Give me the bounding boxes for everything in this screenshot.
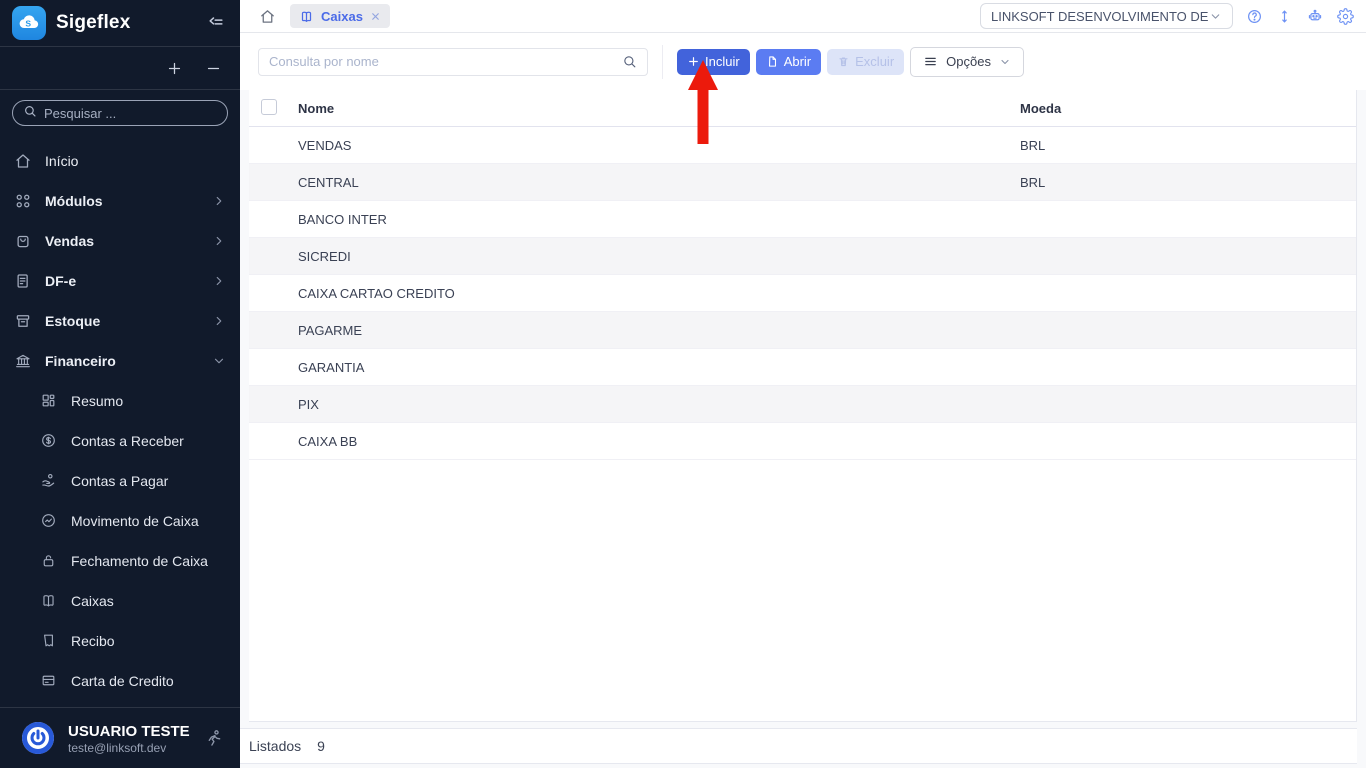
- sidebar-item-modulos[interactable]: Módulos: [0, 181, 240, 221]
- menu-icon: [923, 54, 938, 69]
- chevron-down-icon: [212, 354, 226, 368]
- table-row[interactable]: SICREDI: [249, 238, 1356, 275]
- lock-icon: [40, 552, 58, 570]
- divider: [662, 45, 663, 79]
- sidebar-item-contas-a-receber[interactable]: Contas a Receber: [0, 421, 240, 461]
- tab-bar: Caixas LINKSOFT DESENVOLVIMENTO DE ...: [240, 0, 1366, 33]
- document-icon: [14, 272, 32, 290]
- credit-card-icon: [40, 672, 58, 690]
- table-row[interactable]: PIX: [249, 386, 1356, 423]
- archive-box-icon: [14, 312, 32, 330]
- company-select[interactable]: LINKSOFT DESENVOLVIMENTO DE ...: [980, 3, 1233, 29]
- avatar: [20, 720, 56, 756]
- listados-label: Listados: [249, 738, 301, 754]
- chevron-down-icon: [999, 56, 1011, 68]
- consulta-input[interactable]: [269, 54, 622, 69]
- search-icon: [622, 54, 637, 69]
- company-select-value: LINKSOFT DESENVOLVIMENTO DE ...: [991, 9, 1209, 24]
- sidebar-item-contas-a-pagar[interactable]: Contas a Pagar: [0, 461, 240, 501]
- content-area: Nome Moeda VENDASBRL CENTRALBRL BANCO IN…: [240, 90, 1366, 768]
- column-header-nome: Nome: [298, 101, 1020, 116]
- caixas-table: Nome Moeda VENDASBRL CENTRALBRL BANCO IN…: [249, 90, 1357, 722]
- home-icon: [14, 152, 32, 170]
- main-area: Caixas LINKSOFT DESENVOLVIMENTO DE ... I…: [240, 0, 1366, 768]
- sidebar-item-fechamento-de-caixa[interactable]: Fechamento de Caixa: [0, 541, 240, 581]
- table-header: Nome Moeda: [249, 90, 1356, 127]
- abrir-button[interactable]: Abrir: [756, 49, 821, 75]
- table-row[interactable]: VENDASBRL: [249, 127, 1356, 164]
- book-icon: [40, 592, 58, 610]
- chevron-down-icon: [1209, 10, 1222, 23]
- table-row[interactable]: GARANTIA: [249, 349, 1356, 386]
- trash-icon: [837, 55, 850, 68]
- user-panel[interactable]: USUARIO TESTE teste@linksoft.dev: [0, 707, 240, 768]
- table-body: VENDASBRL CENTRALBRL BANCO INTER SICREDI…: [249, 127, 1356, 460]
- incluir-button[interactable]: Incluir: [677, 49, 750, 75]
- opcoes-button[interactable]: Opções: [910, 47, 1024, 77]
- close-icon[interactable]: [370, 11, 381, 22]
- sidebar-item-financeiro[interactable]: Financeiro: [0, 341, 240, 381]
- sidebar-item-estoque[interactable]: Estoque: [0, 301, 240, 341]
- sidebar: S Sigeflex Início Módulos Vendas: [0, 0, 240, 768]
- list-footer: Listados 9: [240, 728, 1357, 764]
- sidebar-search-wrap: [0, 90, 240, 136]
- sidebar-item-carta-de-credito[interactable]: Carta de Credito: [0, 661, 240, 701]
- user-name: USUARIO TESTE: [68, 722, 192, 741]
- expand-all-icon[interactable]: [166, 60, 183, 77]
- svg-text:S: S: [25, 18, 31, 28]
- hand-coin-icon: [40, 472, 58, 490]
- search-icon: [23, 104, 37, 123]
- table-row[interactable]: CENTRALBRL: [249, 164, 1356, 201]
- sidebar-nav: Início Módulos Vendas DF-e Estoque Finan…: [0, 136, 240, 707]
- sidebar-item-movimento-de-caixa[interactable]: Movimento de Caixa: [0, 501, 240, 541]
- table-row[interactable]: CAIXA CARTAO CREDITO: [249, 275, 1356, 312]
- sidebar-item-recibo[interactable]: Recibo: [0, 621, 240, 661]
- sidebar-search-input[interactable]: [44, 106, 217, 121]
- grid-dots-icon: [14, 192, 32, 210]
- chevron-right-icon: [212, 314, 226, 328]
- sidebar-item-resumo[interactable]: Resumo: [0, 381, 240, 421]
- excluir-button[interactable]: Excluir: [827, 49, 904, 75]
- table-row[interactable]: CAIXA BB: [249, 423, 1356, 460]
- robot-icon[interactable]: [1306, 7, 1324, 25]
- home-icon[interactable]: [259, 8, 276, 25]
- logout-icon[interactable]: [204, 728, 224, 748]
- toolbar: Incluir Abrir Excluir Opções: [240, 33, 1366, 90]
- expand-collapse-bar: [0, 47, 240, 90]
- dashboard-icon: [40, 392, 58, 410]
- shopping-bag-icon: [14, 232, 32, 250]
- consulta-search[interactable]: [258, 48, 648, 76]
- sidebar-item-caixas[interactable]: Caixas: [0, 581, 240, 621]
- sigeflex-logo: S: [12, 6, 46, 40]
- collapse-sidebar-icon[interactable]: [206, 13, 226, 33]
- chevron-right-icon: [212, 234, 226, 248]
- sidebar-header: S Sigeflex: [0, 0, 240, 47]
- gear-icon[interactable]: [1337, 8, 1354, 25]
- dollar-circle-icon: [40, 432, 58, 450]
- chevron-right-icon: [212, 274, 226, 288]
- sidebar-item-dfe[interactable]: DF-e: [0, 261, 240, 301]
- circle-chart-icon: [40, 512, 58, 530]
- listados-count: 9: [317, 738, 325, 754]
- bank-icon: [14, 352, 32, 370]
- receipt-icon: [40, 632, 58, 650]
- table-row[interactable]: BANCO INTER: [249, 201, 1356, 238]
- help-icon[interactable]: [1246, 8, 1263, 25]
- brand-title: Sigeflex: [56, 12, 206, 34]
- sidebar-item-inicio[interactable]: Início: [0, 141, 240, 181]
- user-email: teste@linksoft.dev: [68, 741, 192, 755]
- plus-icon: [687, 55, 700, 68]
- book-icon: [299, 9, 314, 24]
- column-header-moeda: Moeda: [1020, 101, 1356, 116]
- file-icon: [766, 55, 779, 68]
- sidebar-search[interactable]: [12, 100, 228, 126]
- collapse-all-icon[interactable]: [205, 60, 222, 77]
- table-row[interactable]: PAGARME: [249, 312, 1356, 349]
- tab-caixas[interactable]: Caixas: [290, 4, 390, 28]
- resize-vertical-icon[interactable]: [1276, 8, 1293, 25]
- tab-label: Caixas: [321, 9, 363, 24]
- select-all-checkbox[interactable]: [261, 99, 277, 115]
- chevron-right-icon: [212, 194, 226, 208]
- sidebar-item-vendas[interactable]: Vendas: [0, 221, 240, 261]
